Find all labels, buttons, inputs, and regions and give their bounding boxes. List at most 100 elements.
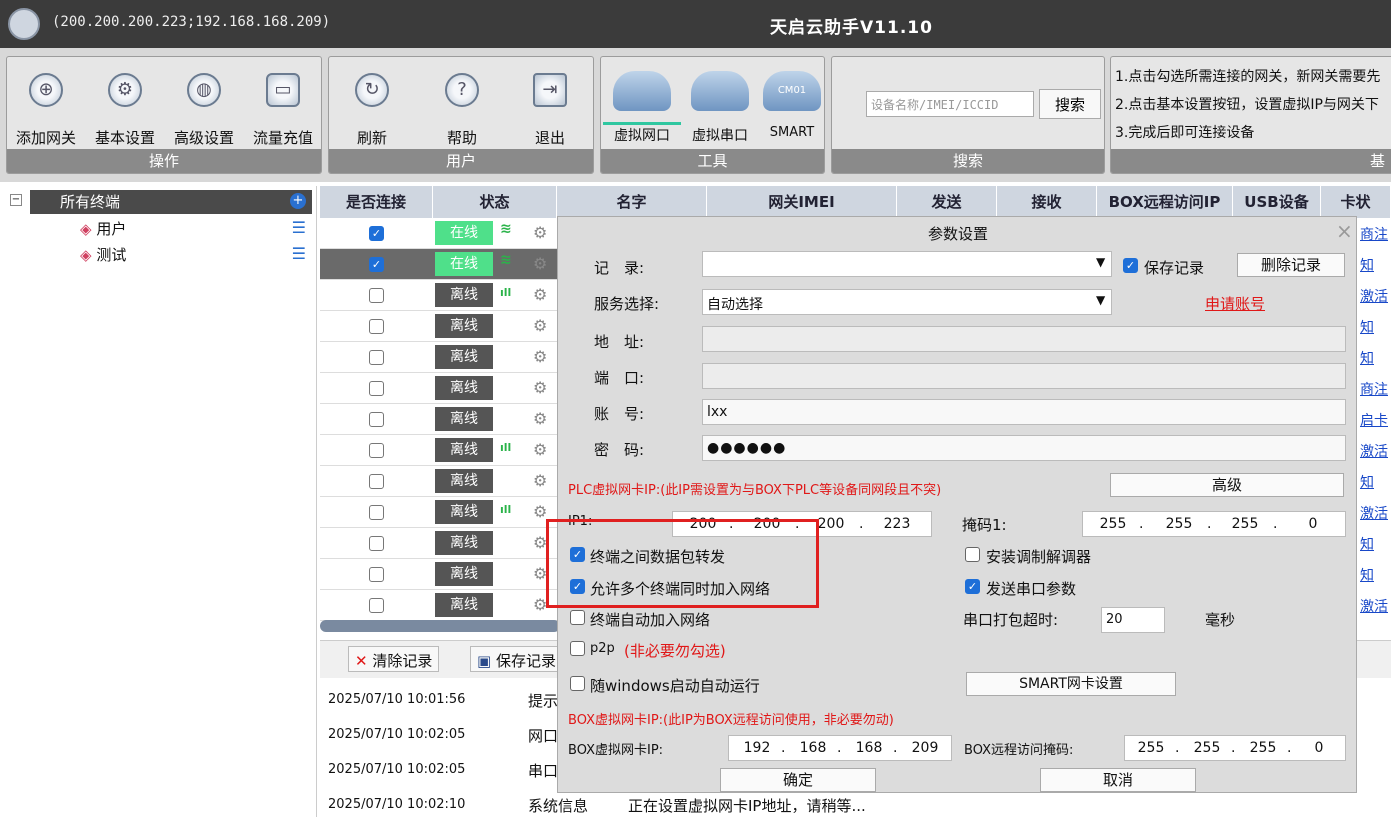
close-icon[interactable]: × [1336, 219, 1353, 243]
card-status-link[interactable]: 知 [1360, 534, 1374, 554]
apply-account-link[interactable]: 申请账号 [1205, 293, 1265, 314]
card-status-link[interactable]: 激活 [1360, 503, 1388, 523]
p2p-checkbox[interactable] [570, 641, 585, 656]
gear-icon[interactable]: ⚙ [533, 440, 547, 459]
gear-icon[interactable]: ⚙ [533, 471, 547, 490]
tree-root-all[interactable]: 所有终端 + [30, 190, 312, 214]
horizontal-scrollbar[interactable] [320, 620, 560, 632]
card-status-link[interactable]: 启卡 [1360, 410, 1388, 430]
autostart-checkbox[interactable] [570, 676, 585, 691]
connect-checkbox[interactable]: ✓ [369, 257, 384, 272]
col-name[interactable]: 名字 [557, 186, 707, 218]
auto-join-checkbox[interactable] [570, 610, 585, 625]
delete-record-button[interactable]: 删除记录 [1237, 253, 1345, 277]
col-connect[interactable]: 是否连接 [320, 186, 433, 218]
gear-icon[interactable]: ⚙ [533, 378, 547, 397]
app-logo-icon[interactable] [8, 8, 40, 40]
table-row[interactable]: 离线 ⚙ [320, 528, 560, 559]
gear-icon[interactable]: ⚙ [533, 285, 547, 304]
smart-nic-button[interactable]: SMART网卡设置 [966, 672, 1176, 696]
table-row[interactable]: ✓ 在线 ≋ ⚙ [320, 249, 560, 280]
card-status-link[interactable]: 激活 [1360, 286, 1388, 306]
advanced-button[interactable]: 高级 [1110, 473, 1344, 497]
col-usb[interactable]: USB设备 [1233, 186, 1321, 218]
port-field[interactable] [702, 363, 1346, 389]
tab-virtual-serial[interactable]: 虚拟串口 [681, 61, 759, 151]
gear-icon[interactable]: ⚙ [533, 347, 547, 366]
tree-item-test[interactable]: ◈ 测试 [80, 244, 126, 265]
table-row[interactable]: 离线 ıll ⚙ [320, 435, 560, 466]
table-row[interactable]: 离线 ⚙ [320, 590, 560, 621]
table-row[interactable]: ✓ 在线 ≋ ⚙ [320, 218, 560, 249]
advanced-settings-button[interactable]: ◍ 高级设置 [165, 61, 243, 151]
col-box-ip[interactable]: BOX远程访问IP [1097, 186, 1233, 218]
save-record-checkbox[interactable]: ✓ [1123, 258, 1138, 273]
connect-checkbox[interactable] [369, 474, 384, 489]
table-row[interactable]: 离线 ıll ⚙ [320, 280, 560, 311]
card-status-link[interactable]: 知 [1360, 348, 1374, 368]
table-row[interactable]: 离线 ⚙ [320, 466, 560, 497]
connect-checkbox[interactable] [369, 567, 384, 582]
connect-checkbox[interactable] [369, 412, 384, 427]
card-status-link[interactable]: 知 [1360, 472, 1374, 492]
col-status[interactable]: 状态 [433, 186, 557, 218]
mask1-field[interactable]: 255. 255. 255. 0 [1082, 511, 1346, 537]
connect-checkbox[interactable] [369, 598, 384, 613]
col-card[interactable]: 卡状 [1321, 186, 1391, 218]
connect-checkbox[interactable] [369, 381, 384, 396]
table-row[interactable]: 离线 ⚙ [320, 311, 560, 342]
service-select[interactable]: 自动选择 [702, 289, 1112, 315]
search-button[interactable]: 搜索 [1039, 89, 1101, 119]
card-status-link[interactable]: 知 [1360, 255, 1374, 275]
col-recv[interactable]: 接收 [997, 186, 1097, 218]
tab-smart[interactable]: CM01 SMART [753, 61, 824, 151]
cancel-button[interactable]: 取消 [1040, 768, 1196, 792]
gear-icon[interactable]: ⚙ [533, 254, 547, 273]
serial-timeout-field[interactable]: 20 [1101, 607, 1165, 633]
connect-checkbox[interactable] [369, 505, 384, 520]
refresh-button[interactable]: ↻ 刷新 [333, 61, 411, 151]
modem-checkbox[interactable] [965, 547, 980, 562]
add-gateway-button[interactable]: ⊕ 添加网关 [7, 61, 85, 151]
add-group-icon[interactable]: + [290, 193, 306, 209]
table-row[interactable]: 离线 ıll ⚙ [320, 497, 560, 528]
card-status-link[interactable]: 商注 [1360, 379, 1388, 399]
traffic-recharge-button[interactable]: ▭ 流量充值 [244, 61, 321, 151]
search-input[interactable]: 设备名称/IMEI/ICCID [866, 91, 1034, 117]
basic-settings-button[interactable]: ⚙ 基本设置 [86, 61, 164, 151]
connect-checkbox[interactable] [369, 536, 384, 551]
card-status-link[interactable]: 激活 [1360, 441, 1388, 461]
gear-icon[interactable]: ⚙ [533, 316, 547, 335]
connect-checkbox[interactable]: ✓ [369, 226, 384, 241]
card-status-link[interactable]: 商注 [1360, 224, 1388, 244]
account-field[interactable]: lxx [702, 399, 1346, 425]
clear-log-button[interactable]: ✕ 清除记录 [348, 646, 440, 672]
box-mask-field[interactable]: 255. 255. 255. 0 [1124, 735, 1346, 761]
address-field[interactable] [702, 326, 1346, 352]
list-icon[interactable]: ☰ [292, 218, 306, 237]
save-log-button[interactable]: ▣ 保存记录 [470, 646, 563, 672]
connect-checkbox[interactable] [369, 350, 384, 365]
record-select[interactable] [702, 251, 1112, 277]
serial-param-checkbox[interactable]: ✓ [965, 579, 980, 594]
chevron-down-icon[interactable]: ▼ [1096, 255, 1105, 269]
card-status-link[interactable]: 知 [1360, 317, 1374, 337]
password-field[interactable]: ●●●●●● [702, 435, 1346, 461]
card-status-link[interactable]: 激活 [1360, 596, 1388, 616]
col-imei[interactable]: 网关IMEI [707, 186, 897, 218]
table-row[interactable]: 离线 ⚙ [320, 404, 560, 435]
table-row[interactable]: 离线 ⚙ [320, 373, 560, 404]
collapse-icon[interactable]: − [10, 194, 22, 206]
connect-checkbox[interactable] [369, 443, 384, 458]
help-button[interactable]: ? 帮助 [423, 61, 501, 151]
box-ip-field[interactable]: 192. 168. 168. 209 [728, 735, 952, 761]
chevron-down-icon[interactable]: ▼ [1096, 293, 1105, 307]
col-send[interactable]: 发送 [897, 186, 997, 218]
table-row[interactable]: 离线 ⚙ [320, 342, 560, 373]
tree-item-user[interactable]: ◈ 用户 [80, 218, 126, 239]
connect-checkbox[interactable] [369, 288, 384, 303]
tab-virtual-nic[interactable]: 虚拟网口 [603, 61, 681, 151]
connect-checkbox[interactable] [369, 319, 384, 334]
exit-button[interactable]: ⇥ 退出 [511, 61, 589, 151]
list-icon[interactable]: ☰ [292, 244, 306, 263]
